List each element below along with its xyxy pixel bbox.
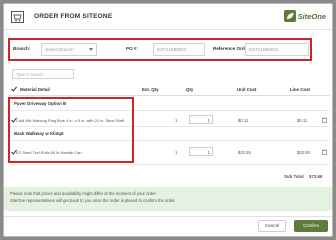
table-header: Material Detail Est. Qty Qty Unit Cost L… bbox=[8, 83, 330, 96]
search-input[interactable]: Type to search bbox=[12, 69, 74, 79]
select-all-checkbox[interactable] bbox=[11, 86, 17, 92]
po-input[interactable]: EST21999022 bbox=[153, 43, 205, 56]
col-est-qty: Est. Qty bbox=[142, 87, 159, 92]
pricing-notice: Please note that prices and availability… bbox=[4, 187, 332, 211]
qty-input[interactable]: 1 bbox=[189, 115, 213, 124]
siteone-leaf-icon bbox=[283, 10, 296, 22]
subtotal-value: $73.66 bbox=[309, 174, 323, 179]
notice-line-2: SiteOne representatives will get back to… bbox=[10, 197, 176, 203]
trash-icon[interactable] bbox=[322, 149, 327, 155]
item-line-cost: $0.11 bbox=[297, 118, 308, 123]
qty-input[interactable]: 1 bbox=[189, 147, 213, 156]
confirm-button[interactable]: Confirm bbox=[294, 220, 328, 232]
branch-label: Branch: bbox=[13, 46, 31, 51]
row-divider bbox=[8, 164, 330, 165]
col-material: Material Detail bbox=[20, 87, 50, 92]
dialog-header: ORDER FROM SITEONE SiteOne bbox=[4, 4, 332, 30]
cancel-button[interactable]: Cancel bbox=[258, 220, 286, 232]
item-est-qty: 1 bbox=[175, 150, 178, 155]
order-filters: Branch: Select Branch PO #: EST21999022 … bbox=[8, 38, 312, 61]
logo-text: SiteOne bbox=[297, 11, 326, 21]
item-line-cost: $23.55 bbox=[297, 150, 310, 155]
footer-divider bbox=[4, 216, 332, 217]
po-label: PO #: bbox=[126, 46, 138, 51]
col-unit-cost: Unit Cost bbox=[237, 87, 257, 92]
trash-icon[interactable] bbox=[322, 117, 327, 123]
item-unit-cost: $0.11 bbox=[238, 118, 249, 123]
item-est-qty: 1 bbox=[175, 118, 178, 123]
dialog-title: ORDER FROM SITEONE bbox=[34, 13, 113, 20]
highlighted-items bbox=[8, 97, 134, 163]
cart-icon bbox=[11, 11, 24, 23]
subtotal-label: Sub Total bbox=[284, 174, 304, 179]
order-dialog: ORDER FROM SITEONE SiteOne Branch: Selec… bbox=[3, 3, 333, 237]
branch-select-value: Select Branch bbox=[45, 47, 74, 52]
branch-select[interactable]: Select Branch bbox=[41, 43, 97, 56]
reference-input[interactable]: EST21999022 bbox=[245, 43, 309, 56]
chevron-down-icon bbox=[89, 48, 93, 51]
col-line-cost: Line Cost bbox=[290, 87, 311, 92]
col-qty: Qty bbox=[186, 87, 194, 92]
siteone-logo: SiteOne bbox=[283, 10, 326, 22]
item-unit-cost: $23.55 bbox=[238, 150, 251, 155]
